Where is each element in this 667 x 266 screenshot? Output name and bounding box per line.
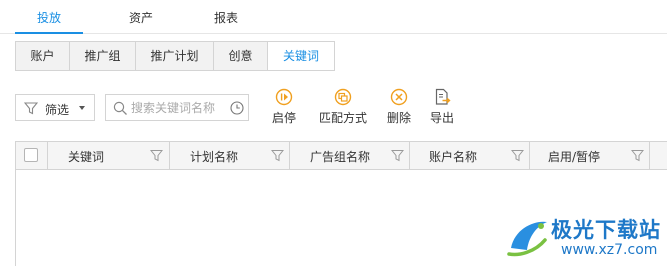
level-tab-keyword[interactable]: 关键词 <box>268 42 334 70</box>
watermark-url: www.xz7.com <box>561 242 658 258</box>
match-type-button[interactable]: 匹配方式 <box>315 88 371 128</box>
start-stop-button[interactable]: 启停 <box>264 88 304 128</box>
filter-label: 筛选 <box>45 103 70 117</box>
column-keyword[interactable]: 关键词 <box>48 142 170 169</box>
keyword-search-box <box>105 94 249 121</box>
search-icon <box>113 101 127 115</box>
column-account-name[interactable]: 账户名称 <box>410 142 530 169</box>
column-plan-name[interactable]: 计划名称 <box>170 142 290 169</box>
column-keyword-label: 关键词 <box>68 150 105 164</box>
top-tab-bar: 投放 资产 报表 <box>0 0 667 34</box>
level-tab-creative[interactable]: 创意 <box>214 42 268 70</box>
column-filter-icon[interactable] <box>511 149 524 162</box>
export-label: 导出 <box>429 111 454 125</box>
keyword-search-input[interactable] <box>131 99 226 117</box>
export-icon <box>435 88 451 105</box>
funnel-icon <box>24 102 38 115</box>
watermark-logo <box>507 221 547 257</box>
level-tab-bar: 账户 推广组 推广计划 创意 关键词 <box>15 41 335 71</box>
tab-zichan[interactable]: 资产 <box>129 9 153 26</box>
select-all-checkbox[interactable] <box>24 148 38 162</box>
delete-label: 删除 <box>386 111 411 125</box>
column-enable-pause[interactable]: 启用/暂停 <box>530 142 650 169</box>
table-header: 关键词 计划名称 广告组名称 账户名称 启用/暂停 <box>15 141 667 170</box>
level-tab-plan[interactable]: 推广计划 <box>136 42 214 70</box>
watermark-title: 极光下载站 <box>551 218 661 242</box>
column-adgroup-name[interactable]: 广告组名称 <box>290 142 410 169</box>
tab-baobiao[interactable]: 报表 <box>214 9 238 26</box>
level-tab-group[interactable]: 推广组 <box>70 42 136 70</box>
column-adgroup-name-label: 广告组名称 <box>310 150 371 164</box>
column-account-name-label: 账户名称 <box>429 150 478 164</box>
delete-icon <box>390 88 408 106</box>
start-stop-icon <box>275 88 293 106</box>
history-clock-icon[interactable] <box>230 101 244 115</box>
caret-down-icon <box>79 106 85 110</box>
start-stop-label: 启停 <box>271 111 296 125</box>
column-filter-icon[interactable] <box>150 149 163 162</box>
active-tab-indicator <box>15 32 83 34</box>
select-all-cell <box>16 142 48 169</box>
match-type-icon <box>334 88 352 106</box>
column-filter-icon[interactable] <box>271 149 284 162</box>
column-enable-pause-label: 启用/暂停 <box>548 150 601 164</box>
filter-dropdown[interactable]: 筛选 <box>15 94 95 121</box>
level-tab-account[interactable]: 账户 <box>16 42 70 70</box>
column-plan-name-label: 计划名称 <box>190 150 239 164</box>
watermark: 极光下载站 www.xz7.com <box>503 208 667 266</box>
match-type-label: 匹配方式 <box>318 111 367 125</box>
column-filter-icon[interactable] <box>631 149 644 162</box>
delete-button[interactable]: 删除 <box>383 88 415 128</box>
column-filter-icon[interactable] <box>391 149 404 162</box>
tab-toufang[interactable]: 投放 <box>37 9 61 26</box>
app-root: 投放 资产 报表 账户 推广组 推广计划 创意 关键词 筛选 搜索关键词名称 启… <box>0 0 667 266</box>
export-button[interactable]: 导出 <box>426 88 458 128</box>
